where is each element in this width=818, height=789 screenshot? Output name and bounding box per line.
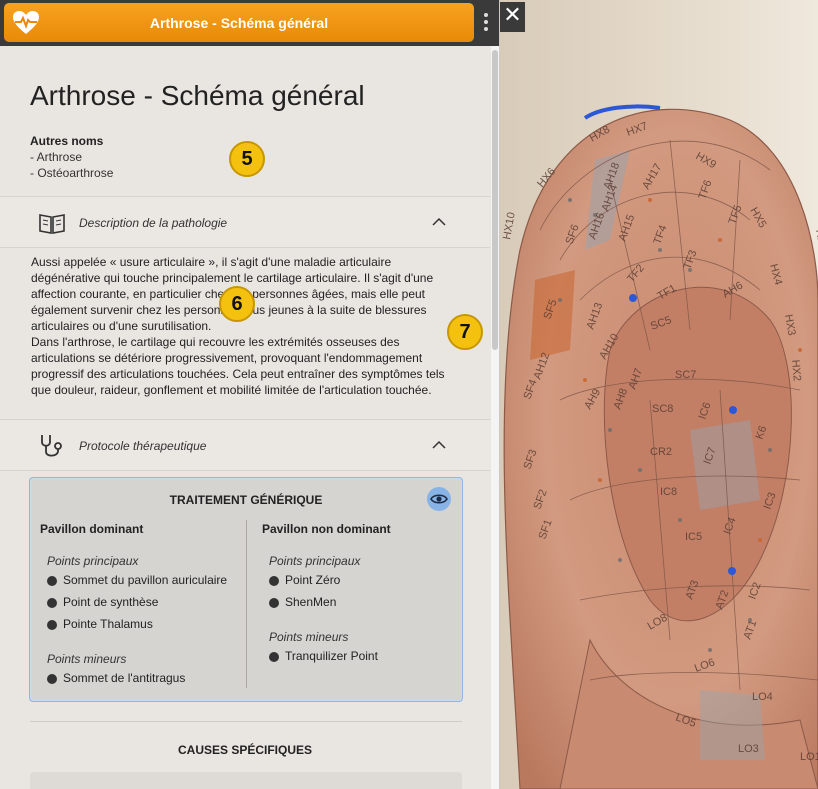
dominant-minor-label: Points mineurs	[47, 652, 127, 666]
kebab-menu-icon[interactable]	[478, 10, 494, 38]
description-paragraph-2: Dans l'arthrose, le cartilage qui recouv…	[31, 335, 445, 397]
book-icon	[39, 214, 65, 234]
description-text: Aussi appelée « usure articulaire », il …	[31, 254, 461, 398]
treatment-card: TRAITEMENT GÉNÉRIQUE Pavillon dominant P…	[29, 477, 463, 702]
point-item[interactable]: Pointe Thalamus	[47, 617, 153, 631]
scrollbar[interactable]	[491, 46, 499, 789]
ear-zone-label: IC5	[685, 531, 702, 543]
causes-title: CAUSES SPÉCIFIQUES	[177, 743, 313, 757]
ear-model[interactable]: HX8 HX7HX9HX6HX5HX10HX4HX3HX2AH18 AH17 TF6T…	[500, 0, 818, 789]
aka-item: - Arthrose	[30, 150, 83, 164]
dominant-heading: Pavillon dominant	[40, 522, 144, 536]
section-protocol-title: Protocole thérapeutique	[79, 439, 207, 453]
ear-zone-label: LO1	[800, 751, 818, 763]
ear-viewer[interactable]: HX8 HX7 HX9 HX6 HX5 HX10 HX4 HX3 HX2 AH18 AH17 TF6 T…	[500, 0, 818, 789]
ear-zone-label: IC8	[660, 486, 677, 498]
section-description-title: Description de la pathologie	[79, 216, 228, 230]
point-item[interactable]: Point Zéro	[269, 573, 340, 587]
causes-row[interactable]	[30, 772, 462, 789]
non-dominant-minor-label: Points mineurs	[269, 630, 349, 644]
section-protocol-header[interactable]: Protocole thérapeutique	[0, 419, 490, 471]
non-dominant-heading: Pavillon non dominant	[262, 522, 391, 536]
header-title: Arthrose - Schéma général	[149, 15, 329, 31]
point-item[interactable]: Sommet du pavillon auriculaire	[47, 573, 227, 587]
marker-5: 5	[229, 141, 265, 177]
ear-zone-label: HX1	[813, 228, 818, 251]
dominant-main-label: Points principaux	[47, 554, 139, 568]
divider	[30, 721, 462, 722]
page-title: Arthrose - Schéma général	[30, 80, 365, 111]
stethoscope-icon	[41, 435, 62, 457]
point-item[interactable]: Point de synthèse	[47, 595, 158, 609]
marker-7: 7	[447, 314, 483, 350]
point-item[interactable]: Tranquilizer Point	[269, 649, 378, 663]
point-item[interactable]: Sommet de l'antitragus	[47, 671, 185, 685]
ear-zone-label: HX10	[501, 211, 518, 240]
scroll-area[interactable]: Arthrose - Schéma général Autres noms - …	[0, 46, 490, 789]
point-item[interactable]: ShenMen	[269, 595, 336, 609]
ear-zone-label: CR2	[650, 446, 672, 458]
ear-zone-label: LO4	[752, 691, 773, 703]
ear-point	[729, 406, 737, 414]
ear-zone-label: SC8	[652, 403, 673, 415]
aka-heading: Autres noms	[30, 134, 104, 148]
title-pill: Arthrose - Schéma général	[4, 3, 474, 42]
chevron-up-icon[interactable]	[432, 438, 446, 452]
section-description-header[interactable]: Description de la pathologie	[0, 196, 490, 248]
eye-icon[interactable]	[427, 487, 451, 511]
marker-6: 6	[219, 286, 255, 322]
ear-zone-label: HX2	[789, 359, 803, 381]
treatment-title: TRAITEMENT GÉNÉRIQUE	[169, 493, 323, 507]
scrollbar-thumb[interactable]	[492, 50, 498, 350]
title-bar: Arthrose - Schéma général	[0, 0, 499, 46]
pathology-panel: Arthrose - Schéma général Arthrose - Sch…	[0, 0, 500, 789]
ear-point	[728, 567, 736, 575]
ear-point	[629, 294, 637, 302]
close-button[interactable]: ✕	[500, 2, 525, 32]
ear-zone-label: LO3	[738, 743, 759, 755]
column-divider	[246, 520, 247, 688]
non-dominant-main-label: Points principaux	[269, 554, 361, 568]
ear-zone-label: SC7	[675, 369, 696, 381]
chevron-up-icon[interactable]	[432, 215, 446, 229]
aka-item: - Ostéoarthrose	[30, 166, 114, 180]
